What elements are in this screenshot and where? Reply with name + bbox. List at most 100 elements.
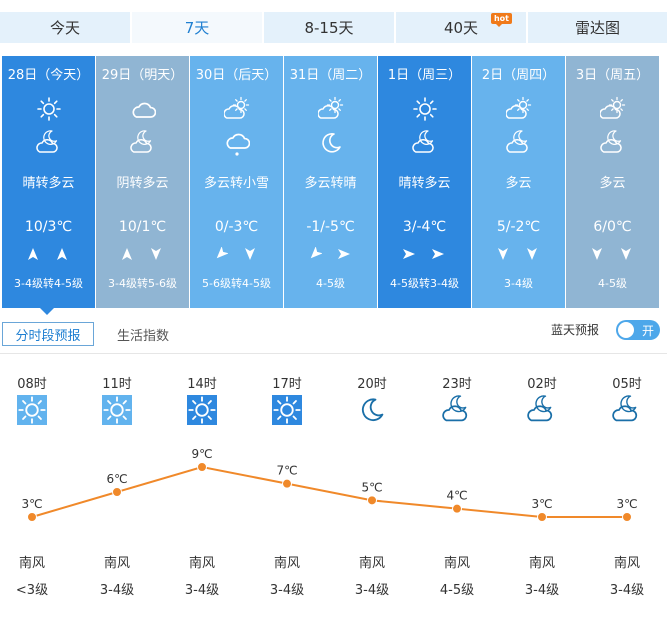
sun-icon: [273, 396, 301, 424]
sun-icon: [103, 396, 131, 424]
hour-icon-cell: [512, 395, 572, 425]
moon-cloud-icon: [506, 130, 528, 153]
hour-icon-box: [357, 395, 387, 425]
day-column[interactable]: 3日（周五） 多云 6/0℃ 4-5级: [566, 56, 659, 308]
hour-icon-box: [187, 395, 217, 425]
day-column[interactable]: 29日（明天） 阴转多云 10/1℃ 3-4级转5-6级: [96, 56, 189, 308]
temperature-label: 3℃: [531, 497, 552, 511]
sun-cloud-icon: [600, 96, 626, 119]
hour-time: 08时: [17, 377, 47, 392]
wind-direction-icon: [338, 249, 350, 259]
tab-hourly-forecast[interactable]: 分时段预报: [2, 322, 94, 346]
temperature-label: 3℃: [616, 497, 637, 511]
day-wind-level: 4-5级: [316, 277, 345, 290]
hour-wind-level: 3-4级: [609, 583, 645, 598]
tab-2[interactable]: 8-15天: [264, 12, 396, 43]
tab-0[interactable]: 今天: [0, 12, 132, 43]
day-wind-level: 4-5级转3-4级: [390, 277, 459, 290]
temperature-point: [367, 495, 377, 506]
wind-direction-icon: [122, 248, 132, 260]
day-wind-level: 5-6级转4-5级: [202, 277, 271, 290]
wind-direction-icon: [403, 249, 415, 259]
temperature-point: [622, 512, 632, 522]
tab-1[interactable]: 7天: [132, 12, 264, 43]
day-column[interactable]: 2日（周四） 多云 5/-2℃ 3-4级: [472, 56, 565, 308]
day-wind-level: 3-4级转5-6级: [108, 277, 177, 290]
hour-wind-direction: 南风: [358, 556, 385, 571]
day-date: 3日（周五）: [575, 68, 650, 83]
hour-time: 11时: [102, 377, 132, 392]
tab-4[interactable]: 雷达图: [528, 12, 667, 43]
temperature-label: 9℃: [191, 447, 212, 461]
hour-wind-direction: 南风: [528, 556, 555, 571]
day-date: 29日（明天）: [101, 68, 184, 83]
day-condition: 多云转小雪: [203, 176, 269, 191]
day-date: 30日（后天）: [195, 68, 278, 83]
hour-icon-box: [17, 395, 47, 425]
temperature-point: [27, 512, 37, 522]
day-condition: 晴转多云: [22, 176, 75, 191]
temperature-point: [537, 512, 547, 522]
wind-direction-icon: [57, 248, 67, 260]
temperature-label: 4℃: [446, 489, 467, 503]
moon-cloud-icon: [600, 130, 622, 153]
hour-icon-cell: [2, 395, 62, 425]
tab-label: 雷达图: [574, 19, 620, 37]
hour-icon-box: [442, 395, 472, 425]
day-column[interactable]: 28日（今天） 晴转多云 10/3℃ 3-4级转4-5级: [2, 56, 95, 308]
day-condition: 阴转多云: [116, 176, 169, 191]
wind-direction-icon: [28, 248, 38, 260]
seven-day-forecast: 28日（今天） 晴转多云 10/3℃ 3-4级转4-5级 29日（明天） 阴转多云 10/1…: [0, 56, 667, 308]
wind-direction-icon: [432, 249, 444, 259]
day-condition: 多云: [599, 176, 626, 191]
day-date: 1日（周三）: [387, 68, 462, 83]
temperature-point: [282, 478, 292, 489]
hour-wind-level: 3-4级: [354, 583, 390, 598]
temperature-label: 7℃: [276, 464, 297, 478]
day-column[interactable]: 31日（周二） 多云转晴 -1/-5℃ 4-5级: [284, 56, 377, 308]
tab-life-index[interactable]: 生活指数: [100, 322, 186, 346]
wind-direction-icon: [621, 248, 631, 260]
wind-direction-icon: [498, 248, 508, 260]
day-date: 2日（周四）: [481, 68, 556, 83]
day-column[interactable]: 1日（周三） 晴转多云 3/-4℃ 4-5级转3-4级: [378, 56, 471, 308]
moon-icon: [361, 398, 384, 422]
day-condition: 多云转晴: [304, 176, 357, 191]
tab-3[interactable]: 40天 hot: [396, 12, 528, 43]
toggle-text: 开: [641, 324, 654, 338]
temperature-point: [452, 503, 462, 514]
hour-wind-level: 3-4级: [184, 583, 220, 598]
hour-time: 17时: [272, 377, 302, 392]
hour-icon-cell: [597, 395, 657, 425]
sun-icon: [413, 97, 437, 121]
hour-wind-level: <3级: [15, 583, 49, 598]
day-column[interactable]: 30日（后天） 多云转小雪 0/-3℃ 5-6级转4-5级: [190, 56, 283, 308]
wind-direction-icon: [151, 248, 161, 260]
sun-cloud-icon: [506, 96, 532, 119]
day-temperature: 0/-3℃: [214, 219, 259, 235]
moon-cloud-icon: [412, 130, 434, 153]
hour-icon-cell: [172, 395, 232, 425]
hour-time: 05时: [612, 377, 642, 392]
day-temperature: 10/3℃: [24, 219, 73, 235]
hour-time: 02时: [527, 377, 557, 392]
moon-cloud-icon: [36, 130, 58, 153]
day-condition: 多云: [505, 176, 532, 191]
sun-icon: [18, 396, 46, 424]
day-temperature: 10/1℃: [118, 219, 167, 235]
temperature-point: [197, 462, 207, 472]
cloud-icon: [132, 102, 156, 118]
hour-icon-box: [527, 395, 557, 425]
hour-wind-direction: 南风: [273, 556, 300, 571]
sun-icon: [188, 396, 216, 424]
blue-sky-toggle[interactable]: 开: [616, 320, 660, 340]
selected-day-pointer: [40, 308, 54, 315]
hour-wind-direction: 南风: [188, 556, 215, 571]
hour-wind-direction: 南风: [18, 556, 45, 571]
day-wind-level: 3-4级转4-5级: [14, 277, 83, 290]
hourly-temperature-chart: 3℃ 6℃ 9℃ 7℃ 5℃ 4℃ 3℃ 3℃: [21, 447, 638, 522]
hot-badge: hot: [490, 13, 512, 27]
hour-icon-box: [272, 395, 302, 425]
sun-icon: [37, 97, 61, 121]
hour-wind-level: 3-4级: [99, 583, 135, 598]
